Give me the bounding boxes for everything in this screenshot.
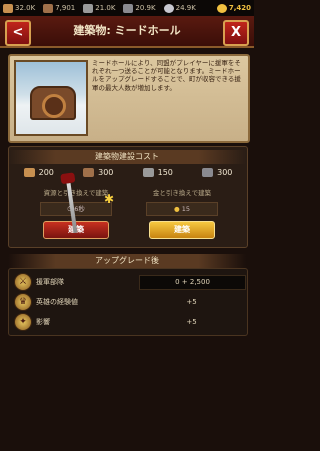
building-image xyxy=(14,60,88,136)
stone-icon xyxy=(142,167,154,177)
resource-wood: 7,901 xyxy=(43,3,75,13)
cost-food: 200 xyxy=(23,165,54,179)
food-icon xyxy=(3,3,13,13)
hero-icon: ♛ xyxy=(14,293,32,311)
wood-icon xyxy=(83,167,95,177)
resource-stone: 21.0K xyxy=(83,3,115,13)
wood-icon xyxy=(43,3,54,13)
upgrade-row: ⚔ 援軍部隊 0 + 2,500 xyxy=(9,272,247,292)
building-info-panel: ミードホールにより、同盟がプレイヤーに援軍をそれぞれ一つ送ることが可能となります… xyxy=(8,54,250,143)
reinforcement-icon: ⚔ xyxy=(14,273,32,291)
influence-icon: ✦ xyxy=(14,313,32,331)
build-gold-button[interactable]: 建築 xyxy=(149,221,215,239)
resource-gold[interactable]: 7,420 xyxy=(216,3,251,13)
build-cost-heading: 建築物建設コスト xyxy=(8,150,246,164)
upgrade-row: ♛ 英雄の経験値 +5 xyxy=(9,292,247,312)
iron-icon xyxy=(123,3,134,13)
build-with-gold-label: 金と引き換えで建築 xyxy=(152,189,212,197)
upgrade-panel: ⚔ 援軍部隊 0 + 2,500 ♛ 英雄の経験値 +5 ✦ 影響 +5 xyxy=(8,268,248,336)
title-bar: < 建築物: ミードホール X xyxy=(0,16,254,48)
close-button[interactable]: X xyxy=(223,20,249,46)
cost-iron: 300 xyxy=(202,165,232,179)
building-description: ミードホールにより、同盟がプレイヤーに援軍をそれぞれ一つ送ることが可能となります… xyxy=(92,59,241,92)
gold-icon: ● xyxy=(173,205,180,213)
silver-icon xyxy=(163,3,174,13)
cost-wood: 300 xyxy=(83,165,113,179)
iron-icon xyxy=(202,167,214,177)
resource-food: 32.0K xyxy=(3,3,35,13)
cost-row: 200 300 150 300 xyxy=(9,165,247,179)
cost-stone: 150 xyxy=(142,165,173,179)
upgrade-row: ✦ 影響 +5 xyxy=(9,312,247,332)
resource-iron: 20.9K xyxy=(123,3,156,13)
build-with-gold: 金と引き換えで建築 ● 15 建築 xyxy=(137,187,227,239)
back-button[interactable]: < xyxy=(5,20,31,46)
food-icon xyxy=(23,167,35,177)
upgrade-heading: アップグレード後 xyxy=(8,254,246,268)
resource-silver: 24.9K xyxy=(163,3,196,13)
gold-cost: ● 15 xyxy=(146,202,218,216)
mead-hall-icon xyxy=(30,86,76,120)
build-time: ⏱ 6秒 xyxy=(40,202,112,216)
resource-bar: 32.0K 7,901 21.0K 20.9K 24.9K 7,420 xyxy=(0,0,254,17)
page-title: 建築物: ミードホール xyxy=(73,24,181,37)
stone-icon xyxy=(83,3,94,13)
gold-icon xyxy=(216,3,227,13)
sparkle-icon: ✱ xyxy=(104,192,115,206)
